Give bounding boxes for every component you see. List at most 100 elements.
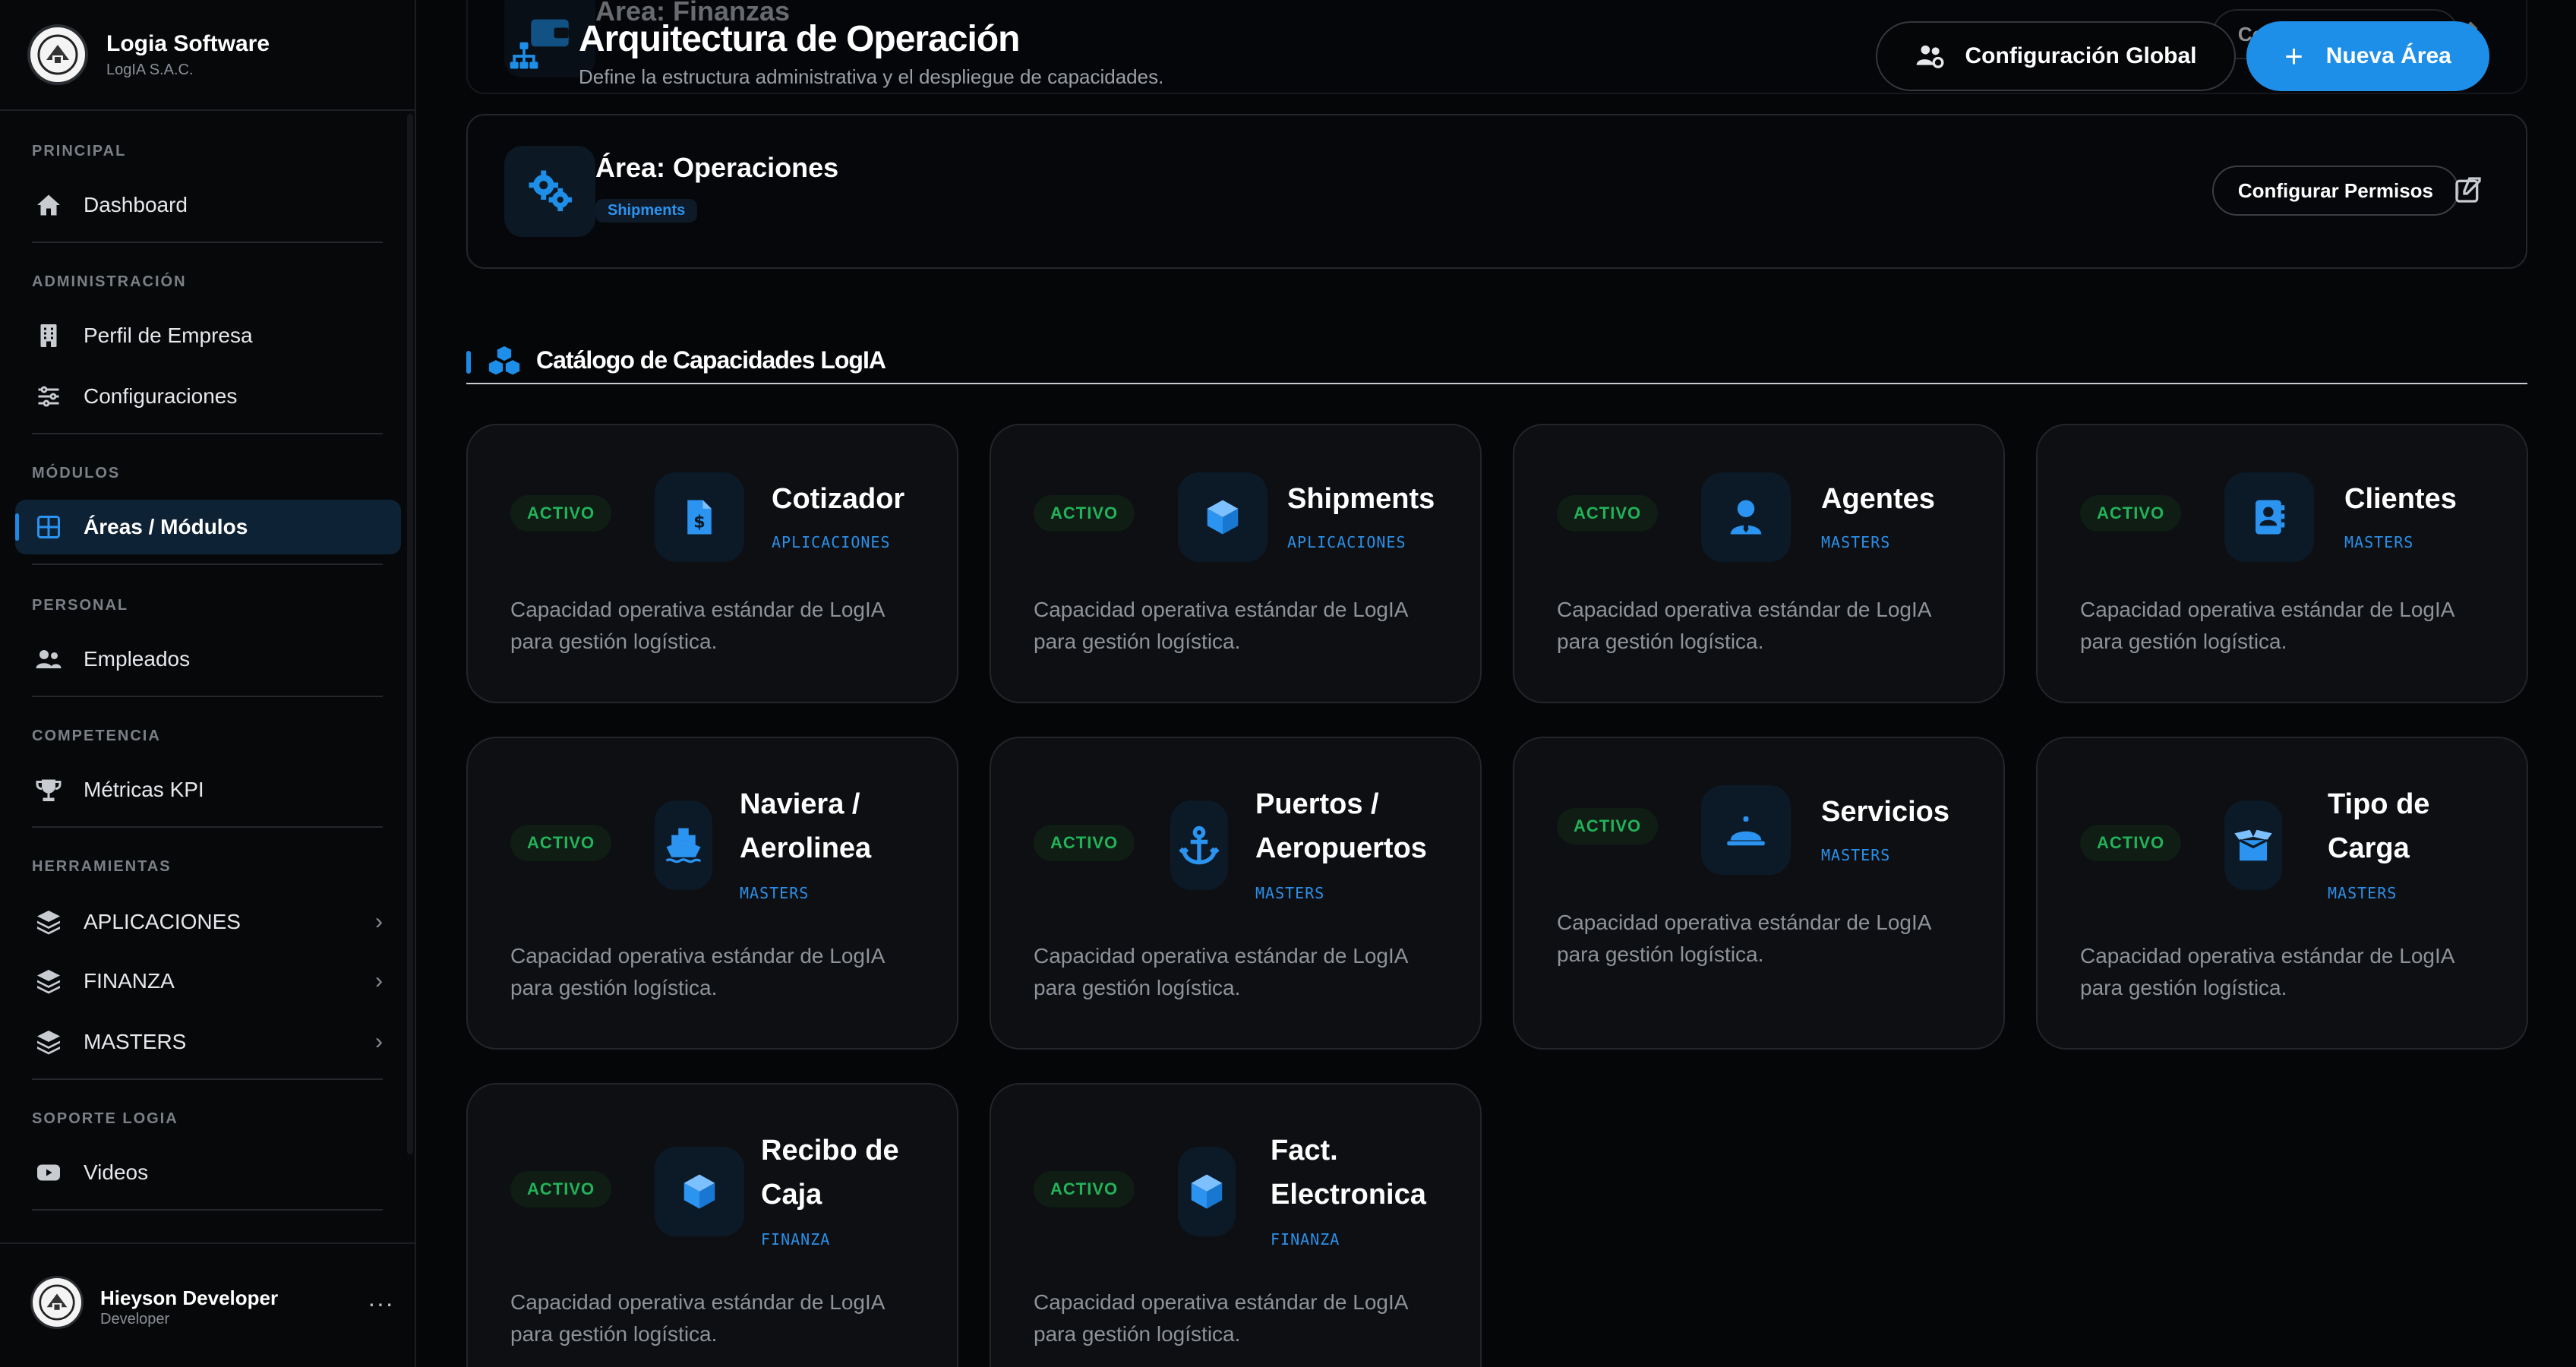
- trophy-icon: [33, 775, 64, 805]
- page-header: Arquitectura de Operación Define la estr…: [416, 0, 2576, 106]
- grid-icon: [33, 512, 64, 542]
- capability-title: Recibo de Caja: [761, 1135, 899, 1211]
- capability-icon: [1701, 785, 1791, 875]
- ship-icon: [665, 828, 701, 863]
- area-card-operaciones: Área: Operaciones Shipments Configurar P…: [466, 114, 2527, 269]
- divider: [32, 826, 383, 828]
- capability-card-tipo-de-carga[interactable]: ACTIVO Tipo de Carga MASTERS Capacidad op…: [2036, 737, 2528, 1050]
- sidebar-item-dashboard[interactable]: Dashboard: [15, 178, 401, 232]
- cube-icon: [1207, 500, 1239, 535]
- users-cog-icon: [1916, 45, 1943, 68]
- sidebar-item-label: Métricas KPI: [84, 778, 204, 801]
- address-book-icon: [2256, 500, 2285, 535]
- capability-icon: [2224, 800, 2282, 890]
- sidebar-item-finanza[interactable]: FINANZA ›: [15, 954, 401, 1009]
- capability-icon: $: [655, 472, 744, 562]
- capability-card-cotizador[interactable]: ACTIVO $ Cotizador APLICACIONES Capacida…: [466, 424, 958, 703]
- button-label: Configuración Global: [1965, 43, 2197, 68]
- cube-icon: [1191, 1174, 1223, 1209]
- avatar: [30, 1276, 84, 1329]
- capability-title: Puertos / Aeropuertos: [1255, 788, 1427, 864]
- global-config-button[interactable]: Configuración Global: [1876, 21, 2236, 91]
- divider: [32, 696, 383, 697]
- catalog-header: Catálogo de Capacidades LogIA: [466, 339, 2527, 384]
- capability-title: Tipo de Carga: [2328, 788, 2430, 864]
- chevron-right-icon: ›: [375, 909, 383, 934]
- new-area-button[interactable]: + Nueva Área: [2246, 21, 2489, 91]
- logo-icon: [39, 1284, 75, 1321]
- sidebar-item-label: MASTERS: [84, 1030, 187, 1053]
- sidebar-item-perfil-empresa[interactable]: Perfil de Empresa: [15, 308, 401, 363]
- status-badge: ACTIVO: [1557, 495, 1659, 532]
- capability-category: FINANZA: [1271, 1230, 1340, 1249]
- status-badge: ACTIVO: [1557, 808, 1659, 845]
- button-label: Nueva Área: [2325, 43, 2451, 68]
- capability-card-naviera-aerolinea[interactable]: ACTIVO Naviera / Aerolinea MASTERS Capaci…: [466, 737, 958, 1050]
- section-label-principal: PRINCIPAL: [32, 143, 127, 159]
- user-role: Developer: [100, 1311, 170, 1328]
- capability-category: MASTERS: [2328, 884, 2398, 902]
- area-module-tag: Shipments: [595, 199, 698, 223]
- page-subtitle: Define la estructura administrativa y el…: [579, 65, 1164, 88]
- divider: [32, 564, 383, 565]
- brand[interactable]: Logia Software LogIA S.A.C.: [27, 23, 270, 87]
- section-label-administracion: ADMINISTRACIÓN: [32, 273, 187, 290]
- sidebar: Logia Software LogIA S.A.C. PRINCIPAL Da…: [0, 0, 416, 1367]
- sidebar-item-configuraciones[interactable]: Configuraciones: [15, 369, 401, 424]
- sidebar-item-label: Dashboard: [84, 193, 188, 216]
- accent-bar: [466, 351, 471, 374]
- sliders-icon: [33, 381, 64, 412]
- main-content: Área: Finanzas Configurar Permisos Arqui…: [416, 0, 2576, 1367]
- user-tie-icon: [1730, 500, 1762, 535]
- capability-card-clientes[interactable]: ACTIVO Clientes MASTERS Capacidad operat…: [2036, 424, 2528, 703]
- divider: [466, 383, 2527, 384]
- status-badge: ACTIVO: [2080, 825, 2182, 861]
- sidebar-item-empleados[interactable]: Empleados: [15, 632, 401, 687]
- sidebar-scrollbar[interactable]: [407, 114, 413, 1154]
- capability-category: MASTERS: [1821, 846, 1891, 864]
- status-badge: ACTIVO: [510, 495, 612, 532]
- plus-icon: +: [2284, 38, 2303, 74]
- capability-description: Capacidad operativa estándar de LogIA par…: [510, 944, 886, 999]
- sidebar-item-label: Videos: [84, 1160, 149, 1184]
- edit-icon[interactable]: [2453, 175, 2483, 205]
- layers-icon: [33, 1027, 64, 1057]
- divider: [0, 109, 415, 111]
- status-badge: ACTIVO: [1034, 825, 1135, 861]
- capability-icon: [1170, 800, 1228, 890]
- anchor-icon: [1179, 826, 1220, 865]
- box-open-icon: [2234, 829, 2272, 861]
- status-badge: ACTIVO: [1034, 495, 1135, 532]
- more-options-icon[interactable]: ···: [368, 1290, 394, 1318]
- sidebar-item-areas-modulos[interactable]: Áreas / Módulos: [15, 500, 401, 554]
- sidebar-item-videos[interactable]: Videos: [15, 1145, 401, 1200]
- sidebar-item-masters[interactable]: MASTERS ›: [15, 1015, 401, 1069]
- capability-card-servicios[interactable]: ACTIVO Servicios MASTERS Capacidad opera…: [1513, 737, 2005, 1050]
- sidebar-item-metricas-kpi[interactable]: Métricas KPI: [15, 762, 401, 817]
- status-badge: ACTIVO: [2080, 495, 2182, 532]
- configure-permissions-button[interactable]: Configurar Permisos: [2211, 166, 2459, 216]
- capability-icon: [1178, 1147, 1236, 1236]
- layers-icon: [33, 907, 64, 937]
- area-icon: [504, 146, 595, 237]
- capability-title: Agentes: [1821, 483, 1935, 515]
- capability-card-agentes[interactable]: ACTIVO Agentes MASTERS Capacidad operati…: [1513, 424, 2005, 703]
- capability-card-fact-electronica[interactable]: ACTIVO Fact. Electronica FINANZA Capacida…: [990, 1083, 1482, 1367]
- sidebar-item-aplicaciones[interactable]: APLICACIONES ›: [15, 895, 401, 949]
- user-name: Hieyson Developer: [100, 1286, 279, 1309]
- sidebar-item-label: Configuraciones: [84, 384, 238, 408]
- capability-description: Capacidad operativa estándar de LogIA par…: [1034, 1290, 1409, 1346]
- status-badge: ACTIVO: [1034, 1171, 1135, 1208]
- user-profile[interactable]: Hieyson Developer Developer ···: [0, 1242, 415, 1367]
- logo-icon: [37, 34, 78, 75]
- capability-card-puertos-aeropuertos[interactable]: ACTIVO Puertos / Aeropuertos MASTERS Capa…: [990, 737, 1482, 1050]
- building-icon: [33, 320, 64, 351]
- svg-text:$: $: [693, 513, 706, 532]
- capability-title: Fact. Electronica: [1271, 1135, 1426, 1211]
- capability-title: Shipments: [1287, 483, 1435, 515]
- capability-icon: [2224, 472, 2314, 562]
- capability-category: APLICACIONES: [772, 533, 891, 551]
- capability-card-recibo-de-caja[interactable]: ACTIVO Recibo de Caja FINANZA Capacidad o…: [466, 1083, 958, 1367]
- capability-card-shipments[interactable]: ACTIVO Shipments APLICACIONES Capacidad …: [990, 424, 1482, 703]
- capability-description: Capacidad operativa estándar de LogIA par…: [2080, 944, 2455, 999]
